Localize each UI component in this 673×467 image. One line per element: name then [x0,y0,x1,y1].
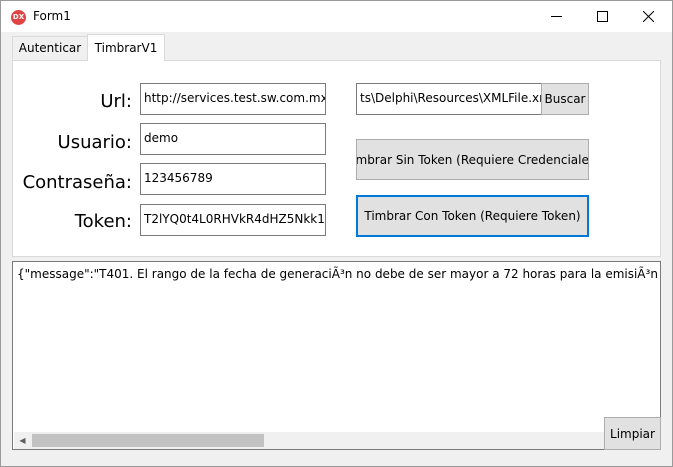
app-window: DX Form1 Autenticar TimbrarV1 Url: http:… [0,0,673,467]
stamp-without-token-button[interactable]: Timbrar Sin Token (Requiere Credenciales… [356,139,589,180]
clear-button[interactable]: Limpiar [604,417,661,450]
stamp-with-token-button[interactable]: Timbrar Con Token (Requiere Token) [356,195,589,237]
response-text: {"message":"T401. El rango de la fecha d… [17,267,660,281]
browse-button[interactable]: Buscar [541,83,589,115]
window-title: Form1 [33,9,71,23]
horizontal-scrollbar[interactable]: ◀ [14,432,660,449]
scrollbar-thumb[interactable] [32,434,264,447]
close-icon [642,11,654,22]
scroll-left-icon[interactable]: ◀ [14,432,31,449]
maximize-button[interactable] [579,1,625,32]
token-label: Token: [74,211,132,232]
password-label: Contraseña: [22,172,132,193]
url-field[interactable]: http://services.test.sw.com.mx [140,83,326,115]
tab-timbrarv1[interactable]: TimbrarV1 [87,34,165,61]
title-bar[interactable]: DX Form1 [1,1,672,32]
user-label: Usuario: [57,132,132,153]
maximize-icon [596,11,608,22]
minimize-button[interactable] [533,1,579,32]
app-icon: DX [11,10,26,25]
close-button[interactable] [625,1,671,32]
tab-autenticar[interactable]: Autenticar [12,36,88,60]
tab-page-timbrarv1: Url: http://services.test.sw.com.mx Usua… [12,60,661,257]
url-label: Url: [100,91,132,112]
token-field[interactable]: T2lYQ0t4L0RHVkR4dHZ5Nkk1VHN [140,204,326,236]
minimize-icon [550,16,562,17]
response-output[interactable]: {"message":"T401. El rango de la fecha d… [12,261,661,450]
password-field[interactable]: 123456789 [140,163,326,195]
xml-file-path-field[interactable]: ts\Delphi\Resources\XMLFile.xml [356,83,542,115]
user-field[interactable]: demo [140,123,326,155]
